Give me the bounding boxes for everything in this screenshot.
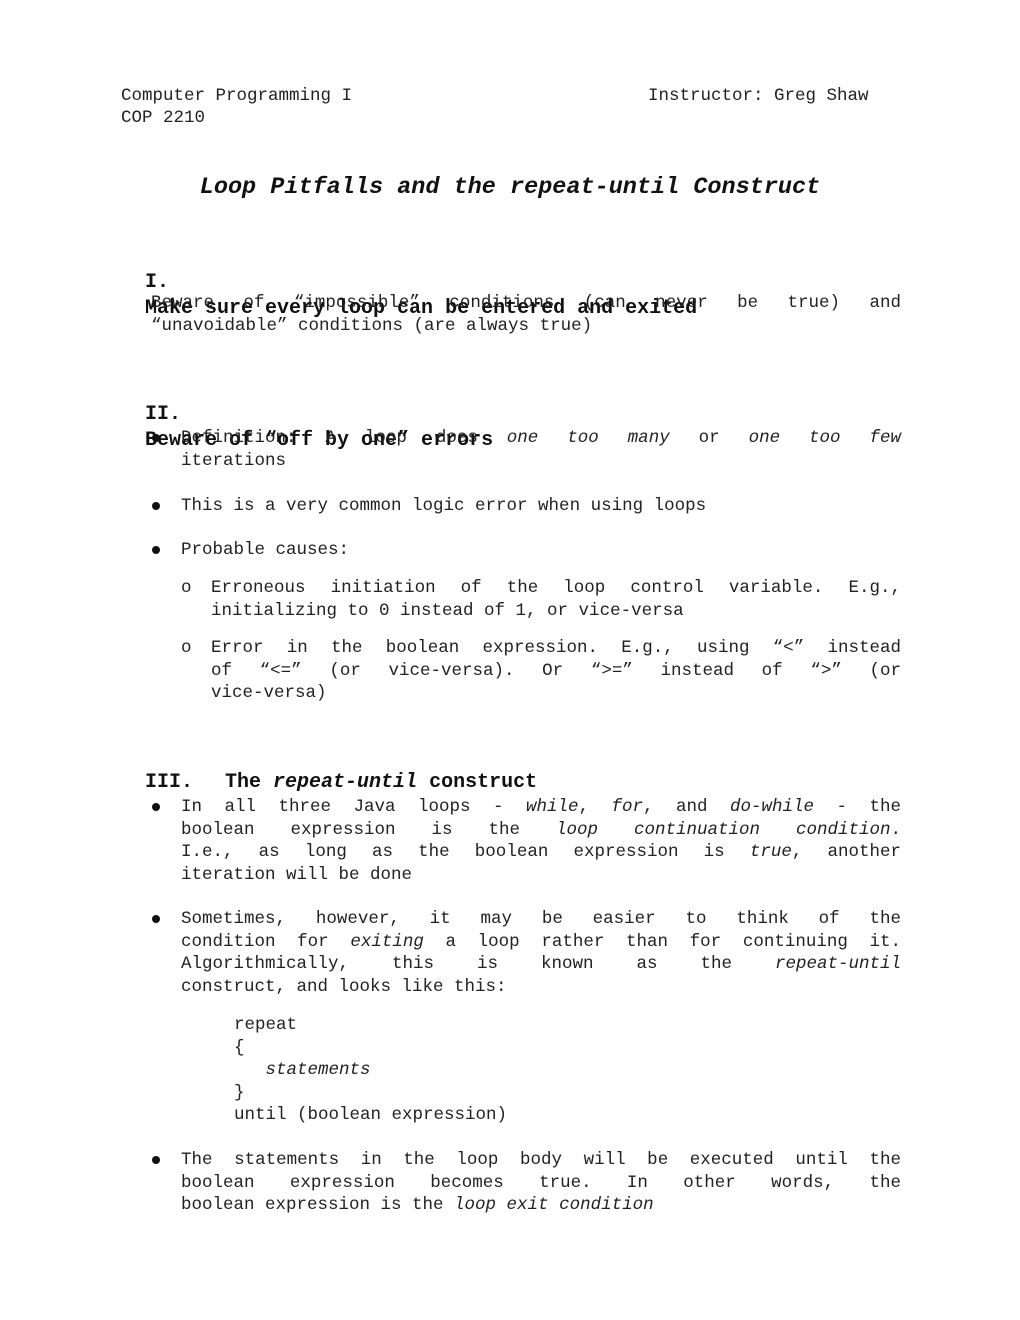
sub-bullet-icon: o (181, 578, 192, 598)
emphasis: exiting (350, 931, 424, 952)
text-line: vice-versa) (211, 683, 327, 704)
text-line: of “<=” (or vice-versa). Or “>=” instead… (211, 660, 901, 681)
text-line: condition for exiting a loop rather than… (181, 931, 901, 952)
text-line: Probable causes: (181, 540, 350, 560)
emphasis: repeat-until (774, 954, 901, 975)
section-title-italic: repeat-until (273, 771, 418, 794)
emphasis: true (749, 842, 792, 863)
bullet-icon (152, 1156, 160, 1164)
text-line: I.e., as long as the boolean expression … (181, 842, 901, 863)
text-line: Sometimes, however, it may be easier to … (181, 909, 901, 929)
emphasis: one too many (506, 428, 670, 448)
page-title: Loop Pitfalls and the repeat-until Const… (199, 174, 821, 201)
section-number: III. (145, 771, 194, 794)
code-line: { (234, 1037, 245, 1058)
course-name: Computer Programming I (121, 86, 353, 106)
section-title-suffix: construct (417, 771, 538, 794)
bullet-icon (152, 434, 160, 442)
section-3-heading: III. The repeat-until construct (121, 744, 537, 796)
instructor-name: Instructor: Greg Shaw (648, 86, 869, 106)
text-line: This is a very common logic error when u… (181, 496, 707, 516)
course-code: COP 2210 (121, 108, 206, 128)
emphasis: for (611, 797, 643, 817)
text-line: The statements in the loop body will be … (181, 1150, 901, 1170)
text-line: construct, and looks like this: (181, 976, 507, 997)
text-line: iterations (181, 450, 287, 471)
emphasis: loop exit condition (454, 1195, 654, 1216)
code-placeholder: statements (265, 1060, 371, 1081)
text-line: Erroneous initiation of the loop control… (211, 578, 901, 598)
bullet-icon (152, 915, 160, 923)
paragraph-line: Beware of “impossible” conditions (can n… (151, 293, 901, 313)
emphasis: do-while (730, 797, 815, 817)
code-line: repeat (234, 1015, 298, 1035)
bullet-icon (152, 803, 160, 811)
text-line: boolean expression becomes true. In othe… (181, 1172, 901, 1193)
emphasis: while (525, 797, 579, 817)
code-line: until (boolean expression) (234, 1105, 508, 1126)
paragraph-line: “unavoidable” conditions (are always tru… (151, 316, 593, 336)
bullet-icon (152, 546, 160, 554)
emphasis: loop continuation condition (555, 819, 891, 840)
text-line: Algorithmically, this is known as the re… (181, 954, 901, 975)
text-line: iteration will be done (181, 864, 413, 885)
text-line: initializing to 0 instead of 1, or vice-… (211, 600, 684, 621)
sub-bullet-icon: o (181, 638, 192, 658)
text-line: Error in the boolean expression. E.g., u… (211, 638, 901, 658)
text-line: boolean expression is the loop exit cond… (181, 1195, 654, 1216)
section-number: II. (145, 403, 182, 426)
bullet-icon (152, 502, 160, 510)
emphasis: one too few (748, 428, 901, 448)
code-line: } (234, 1082, 245, 1103)
text-line: Definition: A loop does one too many or … (181, 428, 901, 448)
text-line: boolean expression is the loop continuat… (181, 819, 902, 840)
section-title-prefix: The (225, 771, 274, 794)
code-line: statements (234, 1059, 371, 1082)
text-line: In all three Java loops - while, for, an… (181, 797, 902, 817)
